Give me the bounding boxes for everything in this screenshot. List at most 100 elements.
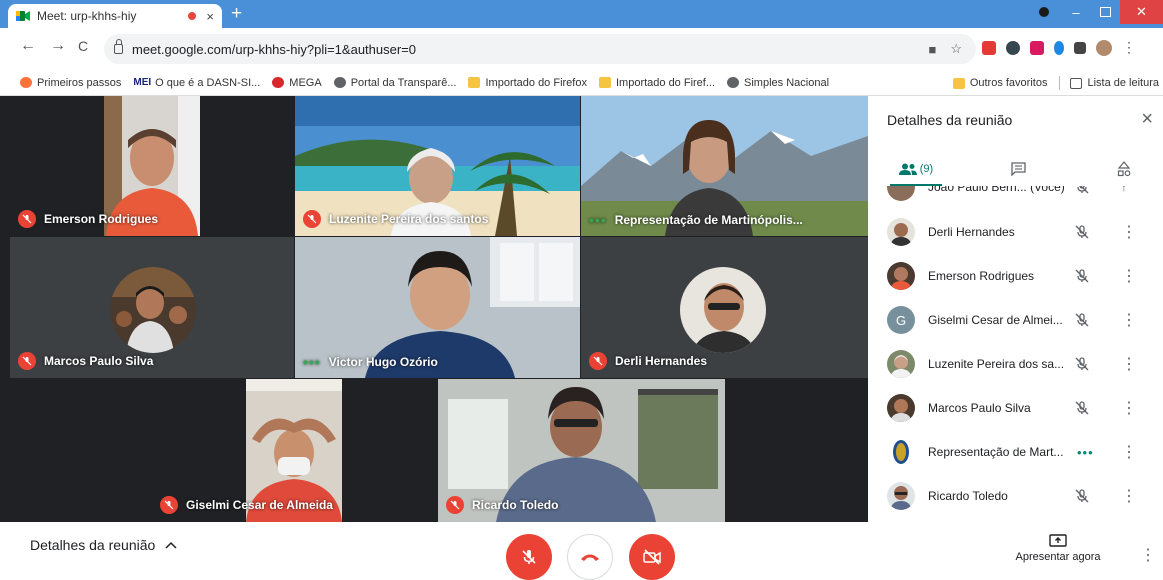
participant-avatar xyxy=(887,482,915,510)
more-options-icon[interactable]: ⋮ xyxy=(1121,398,1137,418)
participant-avatar xyxy=(887,218,915,246)
present-screen-icon xyxy=(1049,534,1067,547)
profile-avatar[interactable] xyxy=(1096,39,1112,56)
participant-name: Giselmi Cesar de Almeida xyxy=(186,498,333,512)
bookmark-divider xyxy=(1059,76,1061,90)
panel-tabs: (9) xyxy=(868,152,1163,186)
participant-name: Luzenite Pereira dos santos xyxy=(329,212,489,226)
maximize-button[interactable] xyxy=(1092,0,1118,24)
tile-nameplate: ••• Representação de Martinópolis... xyxy=(589,212,803,228)
address-bar[interactable]: meet.google.com/urp-khhs-hiy?pli=1&authu… xyxy=(104,34,976,64)
mic-toggle-button[interactable] xyxy=(506,534,552,580)
video-tile-giselmi[interactable]: Giselmi Cesar de Almeida xyxy=(152,379,437,522)
people-count: (9) xyxy=(919,163,934,175)
browser-menu-icon[interactable]: ⋮ xyxy=(1122,39,1136,56)
participant-avatar xyxy=(110,267,196,353)
more-options-icon[interactable]: ⋮ xyxy=(1121,222,1137,242)
video-tile-ricardo[interactable]: Ricardo Toledo xyxy=(438,379,725,522)
bookmark-dasn[interactable]: O que é a DASN-SI... xyxy=(155,77,260,89)
participant-name: Luzenite Pereira dos sa... xyxy=(928,357,1065,371)
video-tile-luzenite[interactable]: Luzenite Pereira dos santos xyxy=(295,96,580,236)
audio-extension-icon[interactable] xyxy=(1054,40,1064,55)
video-tile-emerson[interactable]: Emerson Rodrigues xyxy=(10,96,294,236)
hang-up-icon xyxy=(581,554,599,561)
tab-chat[interactable] xyxy=(998,152,1038,186)
video-tile-victor[interactable]: ••• Victor Hugo Ozório xyxy=(295,237,580,378)
leave-call-button[interactable] xyxy=(567,534,613,580)
close-window-button[interactable]: ✕ xyxy=(1120,0,1163,24)
tile-nameplate: Ricardo Toledo xyxy=(446,496,558,514)
bookmark-simples-nacional[interactable]: Simples Nacional xyxy=(727,77,829,89)
mic-off-icon xyxy=(446,496,464,514)
meeting-details-panel: Detalhes da reunião × (9) Joao Paulo Ber… xyxy=(868,96,1163,522)
more-options-icon[interactable]: ⋮ xyxy=(1121,442,1137,462)
tile-nameplate: Emerson Rodrigues xyxy=(18,210,158,228)
panel-close-button[interactable]: × xyxy=(1141,108,1153,131)
participant-row[interactable]: Marcos Paulo Silva ⋮ xyxy=(868,386,1163,430)
new-tab-button[interactable]: + xyxy=(231,3,242,25)
speaking-indicator-icon: ••• xyxy=(1077,444,1094,460)
participant-row[interactable]: Representação de Mart... ••• ⋮ xyxy=(868,430,1163,474)
tab-close-icon[interactable]: × xyxy=(206,9,214,24)
participant-row[interactable]: Derli Hernandes ⋮ xyxy=(868,210,1163,254)
participant-name: Joao Paulo Bern... (Você) xyxy=(928,186,1065,194)
more-options-icon[interactable]: ⋮ xyxy=(1140,545,1156,565)
present-now-button[interactable]: Apresentar agora xyxy=(1008,534,1108,563)
participant-avatar: G xyxy=(887,306,915,334)
camera-off-icon xyxy=(643,549,661,565)
participant-name: Ricardo Toledo xyxy=(472,498,559,512)
chat-icon xyxy=(1010,162,1026,176)
camera-toggle-button[interactable] xyxy=(629,534,675,580)
tab-people[interactable]: (9) xyxy=(890,152,942,186)
video-tile-derli[interactable]: Derli Hernandes xyxy=(581,237,868,378)
recording-indicator-icon xyxy=(188,12,197,20)
pdf-extension-icon[interactable] xyxy=(982,40,996,55)
video-tile-marcos[interactable]: Marcos Paulo Silva xyxy=(10,237,294,378)
more-options-icon[interactable]: ⋮ xyxy=(1121,310,1137,330)
bookmark-other-favorites[interactable]: Outros favoritos xyxy=(952,77,1047,89)
video-extension-icon[interactable] xyxy=(1030,40,1044,55)
participant-row[interactable]: Joao Paulo Bern... (Você) ⫯ xyxy=(868,186,1163,209)
bookmark-folder-firefox-2[interactable]: Importado do Firef... xyxy=(598,77,715,89)
participant-name: Marcos Paulo Silva xyxy=(44,354,154,368)
more-options-icon[interactable]: ⋮ xyxy=(1121,354,1137,374)
back-button[interactable]: ← xyxy=(20,37,36,55)
tab-title: Meet: urp-khhs-hiy xyxy=(37,9,137,23)
browser-tab[interactable]: Meet: urp-khhs-hiy × xyxy=(8,4,222,28)
bookmark-mei[interactable]: MEI xyxy=(133,77,151,88)
forward-button[interactable]: → xyxy=(50,37,66,55)
participant-name: Ricardo Toledo xyxy=(928,489,1008,503)
bookmark-primeiros-passos[interactable]: Primeiros passos xyxy=(20,77,121,89)
participant-row[interactable]: Emerson Rodrigues ⋮ xyxy=(868,254,1163,298)
reload-button[interactable]: C xyxy=(78,38,88,54)
speaking-indicator-icon: ••• xyxy=(303,354,321,370)
more-options-icon[interactable]: ⋮ xyxy=(1121,486,1137,506)
profile-icon[interactable] xyxy=(1030,0,1058,24)
participant-name: Giselmi Cesar de Almei... xyxy=(928,313,1063,327)
meeting-details-button[interactable]: Detalhes da reunião xyxy=(30,537,177,553)
bookmark-star-icon[interactable]: ☆ xyxy=(950,41,962,57)
bookmark-reading-list[interactable]: Lista de leitura xyxy=(1070,77,1159,89)
puzzle-extensions-icon[interactable] xyxy=(1074,41,1086,54)
bookmark-mega[interactable]: MEGA xyxy=(272,77,322,89)
tile-nameplate: Giselmi Cesar de Almeida xyxy=(160,496,333,514)
more-options-icon[interactable]: ⋮ xyxy=(1121,266,1137,286)
participant-row[interactable]: G Giselmi Cesar de Almei... ⋮ xyxy=(868,298,1163,342)
lock-icon xyxy=(114,39,123,54)
mega-icon xyxy=(272,77,285,88)
firefox-icon xyxy=(20,77,32,88)
extension-icon[interactable] xyxy=(1006,40,1020,55)
participant-row[interactable]: Luzenite Pereira dos sa... ⋮ xyxy=(868,342,1163,386)
pin-icon[interactable]: ⫯ xyxy=(1121,186,1127,195)
mic-off-icon xyxy=(160,496,178,514)
video-tile-representacao[interactable]: ••• Representação de Martinópolis... xyxy=(581,96,868,236)
tab-activities[interactable] xyxy=(1104,152,1144,186)
bookmark-portal-transparencia[interactable]: Portal da Transparê... xyxy=(333,77,456,89)
folder-icon xyxy=(952,77,965,89)
bookmark-folder-firefox[interactable]: Importado do Firefox xyxy=(468,77,587,89)
mic-off-icon xyxy=(1075,225,1089,239)
camera-permission-icon[interactable]: ■ xyxy=(928,42,936,57)
participant-name: Derli Hernandes xyxy=(928,225,1015,239)
minimize-button[interactable]: – xyxy=(1062,0,1090,24)
participant-row[interactable]: Ricardo Toledo ⋮ xyxy=(868,474,1163,518)
